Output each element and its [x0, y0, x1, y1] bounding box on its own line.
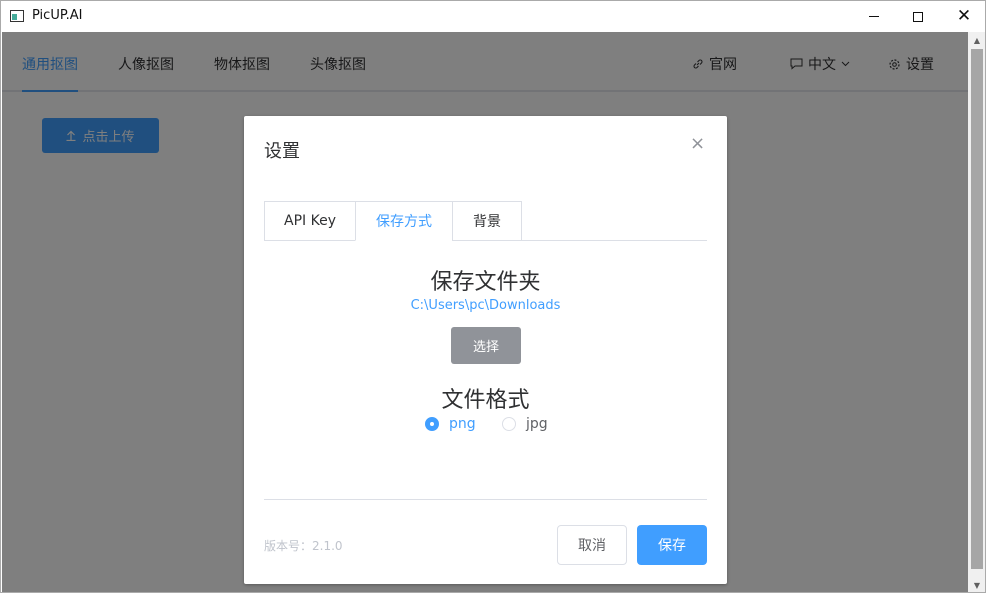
file-format-title: 文件格式	[441, 388, 530, 413]
format-label-jpg: jpg	[526, 416, 548, 432]
scroll-up-arrow-icon[interactable]: ▲	[968, 32, 985, 48]
format-label-png: png	[449, 416, 476, 432]
tab-api-key[interactable]: API Key	[264, 201, 356, 241]
format-radio-png[interactable]: png	[425, 416, 476, 432]
title-bar: PicUP.AI ✕	[1, 1, 985, 32]
cancel-button[interactable]: 取消	[557, 525, 627, 565]
version-text: 版本号：2.1.0	[264, 539, 343, 553]
settings-dialog: 设置 × API Key 保存方式 背景 保存文件夹 C:\Users\pc\D…	[244, 116, 727, 584]
choose-folder-button[interactable]: 选择	[451, 327, 521, 364]
tab-background[interactable]: 背景	[452, 201, 522, 241]
footer-divider	[264, 499, 707, 500]
dialog-title: 设置	[264, 141, 300, 162]
maximize-button[interactable]	[895, 1, 941, 32]
radio-checked-icon	[425, 417, 439, 431]
settings-tabs: API Key 保存方式 背景	[264, 201, 707, 241]
minimize-button[interactable]	[851, 1, 897, 32]
save-folder-path[interactable]: C:\Users\pc\Downloads	[244, 298, 727, 313]
file-format-radio-group: png jpg	[244, 416, 727, 432]
scroll-down-arrow-icon[interactable]: ▼	[968, 577, 985, 592]
close-icon: ✕	[956, 6, 972, 26]
vertical-scrollbar[interactable]: ▲ ▼	[968, 32, 985, 592]
radio-unchecked-icon	[502, 417, 516, 431]
scroll-thumb[interactable]	[971, 49, 983, 569]
app-window: PicUP.AI ✕ 通用抠图 人像抠图 物体抠图 头像抠图 官网 中文 设置	[0, 0, 986, 593]
tab-save-method[interactable]: 保存方式	[355, 201, 453, 241]
maximize-icon	[913, 11, 923, 22]
format-radio-jpg[interactable]: jpg	[502, 416, 548, 432]
minimize-icon	[869, 16, 879, 17]
save-folder-title: 保存文件夹	[430, 270, 541, 295]
close-window-button[interactable]: ✕	[941, 1, 985, 32]
dialog-close-icon[interactable]: ×	[690, 133, 705, 154]
window-title: PicUP.AI	[32, 8, 83, 23]
save-button[interactable]: 保存	[637, 525, 707, 565]
app-icon	[10, 10, 24, 22]
